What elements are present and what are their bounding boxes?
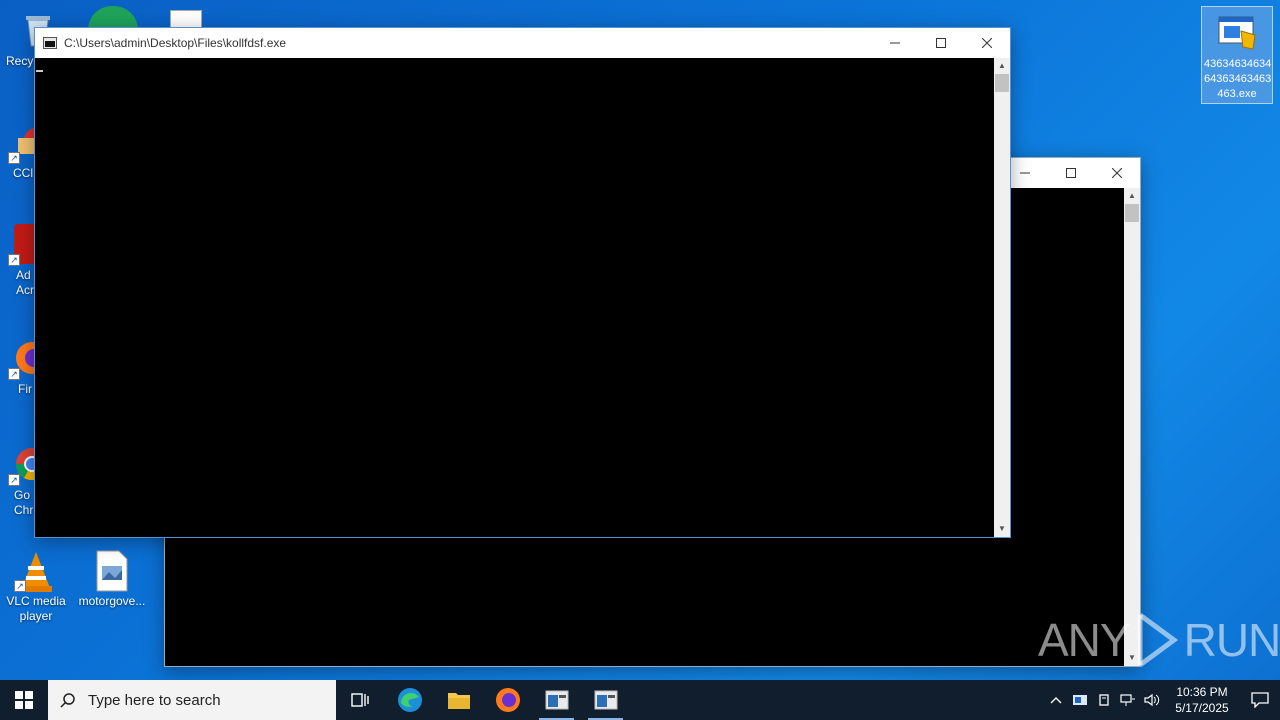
taskbar-edge[interactable] bbox=[385, 680, 434, 720]
close-icon bbox=[982, 38, 992, 48]
vlc-icon: ↗ bbox=[14, 550, 56, 592]
scroll-up-arrow-icon[interactable]: ▲ bbox=[1124, 188, 1140, 204]
folder-icon bbox=[447, 693, 470, 709]
console-app-icon bbox=[43, 37, 57, 49]
shortcut-arrow-icon: ↗ bbox=[8, 368, 20, 380]
console-window-icon bbox=[545, 690, 568, 710]
console-window-front[interactable]: C:\Users\admin\Desktop\Files\kollfdsf.ex… bbox=[34, 27, 1011, 538]
maximize-icon bbox=[936, 38, 946, 48]
task-view-icon bbox=[350, 693, 369, 707]
desktop-icon-label: motorgove... bbox=[78, 594, 146, 608]
system-tray: 10:36 PM 5/17/2025 bbox=[1044, 680, 1280, 720]
volume-icon[interactable] bbox=[1140, 680, 1164, 720]
shortcut-arrow-icon: ↗ bbox=[8, 152, 20, 164]
desktop-icon-vlc[interactable]: ↗ VLC media player bbox=[0, 550, 74, 624]
scroll-up-arrow-icon[interactable]: ▲ bbox=[994, 58, 1010, 74]
desktop-icon-exe-selected[interactable]: 43634634634 64363463463 463.exe bbox=[1201, 6, 1273, 104]
watermark-right-text: RUN bbox=[1183, 614, 1280, 666]
network-icon[interactable] bbox=[1116, 680, 1140, 720]
minimize-button[interactable] bbox=[872, 28, 918, 58]
desktop-icon-label: 43634634634 64363463463 463.exe bbox=[1204, 58, 1272, 100]
close-button[interactable] bbox=[1094, 158, 1140, 188]
maximize-button[interactable] bbox=[918, 28, 964, 58]
windows-logo-icon bbox=[15, 691, 33, 709]
minimize-icon bbox=[1020, 172, 1030, 174]
console-output-area[interactable] bbox=[35, 58, 994, 537]
vertical-scrollbar[interactable]: ▲ ▼ bbox=[994, 58, 1010, 537]
image-file-icon bbox=[92, 550, 132, 592]
search-icon bbox=[48, 692, 88, 708]
scroll-thumb[interactable] bbox=[1125, 204, 1139, 222]
scroll-down-arrow-icon[interactable]: ▼ bbox=[994, 521, 1010, 537]
taskbar-search-box[interactable]: Type here to search bbox=[48, 680, 336, 720]
tray-app-icon[interactable] bbox=[1068, 680, 1092, 720]
close-icon bbox=[1112, 168, 1122, 178]
window-title: C:\Users\admin\Desktop\Files\kollfdsf.ex… bbox=[64, 36, 287, 50]
chevron-up-icon[interactable] bbox=[1044, 680, 1068, 720]
minimize-icon bbox=[890, 42, 900, 44]
watermark-left-text: ANY bbox=[1038, 614, 1131, 666]
start-button[interactable] bbox=[0, 680, 48, 720]
clock-date: 5/17/2025 bbox=[1175, 701, 1229, 715]
vertical-scrollbar[interactable]: ▲ ▼ bbox=[1124, 188, 1140, 666]
taskbar-console-1[interactable] bbox=[532, 680, 581, 720]
taskbar: Type here to search 10:36 PM 5/17/2025 bbox=[0, 680, 1280, 720]
anyrun-watermark: ANY RUN bbox=[1038, 610, 1280, 670]
search-placeholder: Type here to search bbox=[88, 691, 221, 709]
scroll-thumb[interactable] bbox=[995, 74, 1009, 92]
console-window-icon bbox=[594, 690, 617, 710]
desktop-icon-label: VLC media player bbox=[6, 594, 66, 623]
close-button[interactable] bbox=[964, 28, 1010, 58]
shortcut-arrow-icon: ↗ bbox=[8, 254, 20, 266]
taskbar-firefox[interactable] bbox=[483, 680, 532, 720]
usb-device-icon[interactable] bbox=[1092, 680, 1116, 720]
task-view-button[interactable] bbox=[336, 680, 385, 720]
maximize-button[interactable] bbox=[1048, 158, 1094, 188]
taskbar-clock[interactable]: 10:36 PM 5/17/2025 bbox=[1170, 684, 1234, 716]
taskbar-file-explorer[interactable] bbox=[434, 680, 483, 720]
play-logo-icon bbox=[1137, 612, 1178, 668]
notification-center-button[interactable] bbox=[1240, 680, 1280, 720]
clock-time: 10:36 PM bbox=[1176, 685, 1228, 699]
maximize-icon bbox=[1066, 168, 1076, 178]
titlebar[interactable]: C:\Users\admin\Desktop\Files\kollfdsf.ex… bbox=[35, 28, 1010, 58]
edge-icon bbox=[397, 688, 422, 712]
taskbar-console-2[interactable] bbox=[581, 680, 630, 720]
desktop-icon-motorgove[interactable]: motorgove... bbox=[74, 550, 150, 609]
shortcut-arrow-icon: ↗ bbox=[8, 474, 20, 486]
executable-icon bbox=[1217, 13, 1257, 53]
shortcut-arrow-icon: ↗ bbox=[14, 580, 26, 592]
text-cursor bbox=[36, 70, 43, 72]
firefox-icon bbox=[495, 688, 520, 712]
notification-icon bbox=[1251, 692, 1269, 708]
